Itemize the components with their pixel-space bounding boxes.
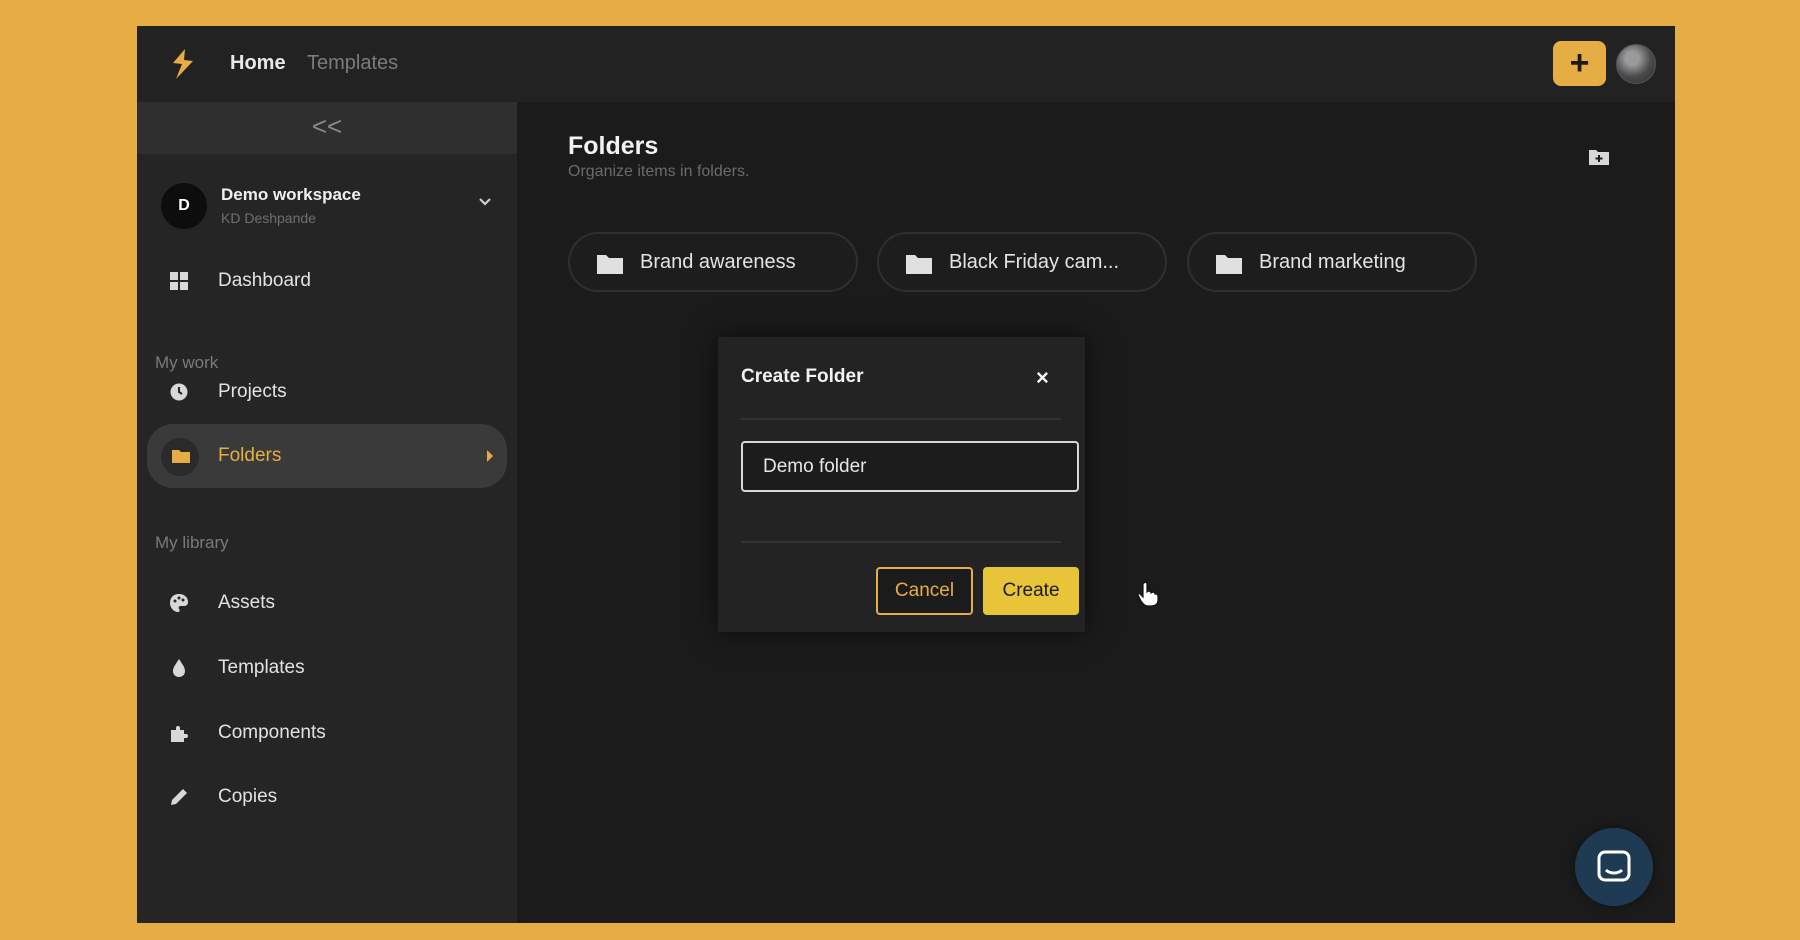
sidebar-item-label: Dashboard — [218, 270, 311, 291]
sidebar-item-label: Components — [218, 722, 326, 743]
close-icon[interactable]: × — [1036, 365, 1049, 391]
sidebar-item-label: Projects — [218, 381, 287, 402]
chevron-down-icon[interactable] — [477, 194, 493, 210]
folder-name-input[interactable] — [741, 441, 1079, 492]
section-title-my-library: My library — [155, 533, 229, 552]
workspace-owner: KD Deshpande — [221, 210, 316, 226]
folder-icon — [597, 255, 623, 274]
folder-card[interactable]: Brand awareness — [568, 232, 858, 292]
add-new-button[interactable]: + — [1553, 41, 1606, 86]
divider — [741, 418, 1061, 420]
chat-icon — [1597, 850, 1631, 882]
sidebar-item-label: Templates — [218, 657, 305, 678]
clock-icon — [170, 383, 188, 401]
create-button[interactable]: Create — [983, 567, 1079, 615]
folder-name: Brand marketing — [1259, 251, 1406, 273]
sidebar-item-label: Folders — [218, 445, 282, 466]
user-avatar[interactable] — [1616, 44, 1656, 84]
folder-icon — [906, 255, 932, 274]
workspace-avatar: D — [161, 183, 207, 229]
chat-launcher-button[interactable] — [1575, 828, 1653, 906]
top-bar: Home Templates + — [137, 26, 1675, 102]
sidebar-item-components[interactable]: Components — [147, 708, 507, 758]
hand-cursor-icon — [1137, 581, 1159, 607]
puzzle-icon — [171, 726, 188, 742]
sidebar-item-folders[interactable]: Folders — [147, 424, 507, 488]
workspace-name: Demo workspace — [221, 185, 361, 204]
app-logo-icon[interactable] — [165, 46, 201, 82]
sidebar-item-templates[interactable]: Templates — [147, 643, 507, 693]
sidebar-item-copies[interactable]: Copies — [147, 772, 507, 822]
sidebar: << D Demo workspace KD Deshpande Dashboa… — [137, 102, 517, 923]
sidebar-item-projects[interactable]: Projects — [147, 367, 507, 417]
folder-icon — [1216, 255, 1242, 274]
caret-right-icon — [487, 450, 493, 462]
collapse-sidebar-button[interactable]: << — [137, 102, 517, 154]
nav-templates-link[interactable]: Templates — [307, 52, 398, 75]
drop-icon — [173, 659, 185, 677]
folder-card[interactable]: Black Friday cam... — [877, 232, 1167, 292]
add-folder-icon[interactable] — [1588, 148, 1610, 166]
dashboard-icon — [170, 272, 188, 290]
folder-name: Black Friday cam... — [949, 251, 1120, 273]
page-title: Folders — [568, 132, 659, 160]
dialog-title: Create Folder — [741, 366, 864, 387]
sidebar-item-label: Assets — [218, 592, 276, 613]
divider — [741, 541, 1061, 543]
page-subtitle: Organize items in folders. — [568, 163, 750, 180]
folder-name: Brand awareness — [640, 251, 796, 273]
folder-card[interactable]: Brand marketing — [1187, 232, 1477, 292]
palette-icon — [170, 594, 188, 612]
folder-icon — [172, 450, 190, 463]
create-folder-dialog: Create Folder × Cancel Create — [718, 337, 1085, 632]
sidebar-item-label: Copies — [218, 786, 278, 807]
sidebar-item-dashboard[interactable]: Dashboard — [147, 256, 507, 306]
nav-home-link[interactable]: Home — [230, 52, 286, 75]
pencil-icon — [171, 789, 187, 805]
app-window: Home Templates + << D Demo workspace KD … — [137, 26, 1675, 923]
sidebar-item-assets[interactable]: Assets — [147, 578, 507, 628]
cancel-button[interactable]: Cancel — [876, 567, 973, 615]
